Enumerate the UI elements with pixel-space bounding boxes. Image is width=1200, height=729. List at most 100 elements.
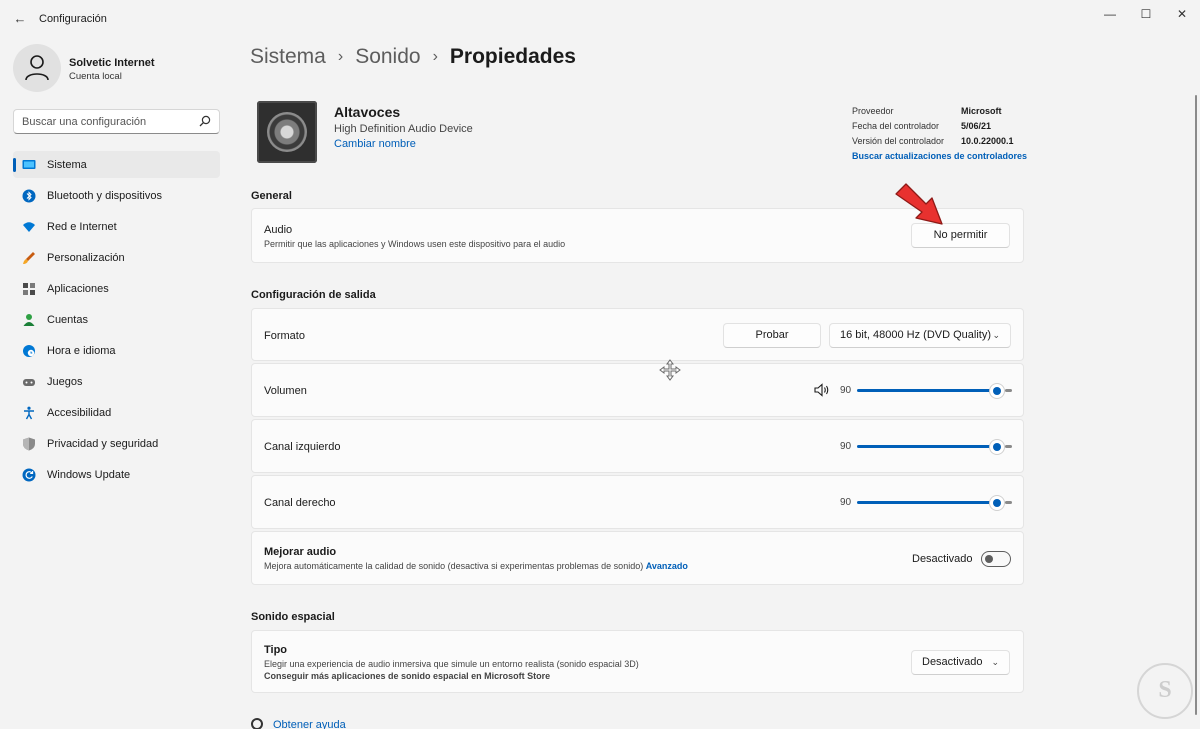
sidebar-item-label: Aplicaciones bbox=[47, 283, 109, 295]
slider-track bbox=[1005, 501, 1012, 504]
slider-thumb[interactable] bbox=[990, 384, 1004, 398]
chevron-down-icon: ⌄ bbox=[991, 657, 999, 667]
sidebar-item-label: Personalización bbox=[47, 252, 125, 264]
speaker-icon bbox=[257, 101, 317, 163]
driver-provider-value: Microsoft bbox=[961, 106, 1002, 116]
profile-name: Solvetic Internet bbox=[69, 57, 155, 69]
audio-description: Permitir que las aplicaciones y Windows … bbox=[264, 239, 566, 249]
test-button[interactable]: Probar bbox=[723, 323, 821, 348]
window-title: Configuración bbox=[39, 13, 107, 25]
sidebar-item-label: Juegos bbox=[47, 376, 83, 388]
page-title: Propiedades bbox=[449, 45, 576, 68]
minimize-icon[interactable]: — bbox=[1092, 4, 1128, 24]
format-card: Formato Probar 16 bit, 48000 Hz (DVD Qua… bbox=[251, 308, 1024, 361]
slider-fill bbox=[857, 389, 997, 392]
volume-slider[interactable] bbox=[857, 384, 1012, 398]
sidebar-item-privacidad[interactable]: Privacidad y seguridad bbox=[13, 430, 220, 457]
format-label: Formato bbox=[264, 330, 305, 342]
sidebar-item-windows-update[interactable]: Windows Update bbox=[13, 461, 220, 488]
brush-icon bbox=[23, 252, 35, 264]
get-help-link[interactable]: Obtener ayuda bbox=[251, 718, 346, 729]
sidebar-item-accesibilidad[interactable]: Accesibilidad bbox=[13, 399, 220, 426]
slider-thumb[interactable] bbox=[990, 440, 1004, 454]
bluetooth-icon bbox=[22, 189, 36, 203]
system-icon bbox=[22, 160, 36, 169]
shield-icon bbox=[23, 437, 35, 451]
sidebar-item-hora[interactable]: Hora e idioma bbox=[13, 337, 220, 364]
audio-label: Audio bbox=[264, 224, 293, 236]
sidebar-item-label: Sistema bbox=[47, 159, 87, 171]
breadcrumb: Sistema › Sonido › Propiedades bbox=[250, 45, 576, 69]
left-channel-value: 90 bbox=[840, 441, 852, 452]
slider-fill bbox=[857, 501, 997, 504]
scrollbar[interactable] bbox=[1195, 95, 1197, 715]
sidebar-item-label: Accesibilidad bbox=[47, 407, 112, 419]
breadcrumb-sonido[interactable]: Sonido bbox=[355, 45, 420, 68]
speaker-volume-icon[interactable] bbox=[814, 383, 830, 397]
sidebar-item-sistema[interactable]: Sistema bbox=[13, 151, 220, 178]
driver-date-value: 5/06/21 bbox=[961, 121, 992, 131]
maximize-icon[interactable]: ☐ bbox=[1128, 4, 1164, 24]
device-name: Altavoces bbox=[334, 104, 401, 120]
sidebar-item-red[interactable]: Red e Internet bbox=[13, 213, 220, 240]
sidebar-item-bluetooth[interactable]: Bluetooth y dispositivos bbox=[13, 182, 220, 209]
enhance-audio-desc-text: Mejora automáticamente la calidad de son… bbox=[264, 561, 644, 571]
enhance-audio-state: Desactivado bbox=[912, 553, 973, 565]
search-placeholder: Buscar una configuración bbox=[22, 116, 147, 128]
sidebar-nav: Sistema Bluetooth y dispositivos Red e I… bbox=[13, 151, 220, 492]
breadcrumb-sistema[interactable]: Sistema bbox=[250, 45, 326, 68]
rename-link[interactable]: Cambiar nombre bbox=[334, 138, 416, 150]
driver-provider-label: Proveedor bbox=[852, 106, 894, 116]
right-channel-card: Canal derecho 90 bbox=[251, 475, 1024, 529]
spatial-type-description: Elegir una experiencia de audio inmersiv… bbox=[264, 659, 639, 669]
slider-track bbox=[1005, 445, 1012, 448]
section-spatial-title: Sonido espacial bbox=[251, 611, 335, 623]
chevron-down-icon: ⌄ bbox=[992, 330, 1000, 340]
search-icon[interactable] bbox=[199, 115, 211, 127]
driver-version-label: Versión del controlador bbox=[852, 136, 945, 146]
wifi-icon bbox=[23, 222, 35, 232]
format-dropdown[interactable]: 16 bit, 48000 Hz (DVD Quality) ⌄ bbox=[829, 323, 1011, 348]
slider-fill bbox=[857, 445, 997, 448]
chevron-right-icon: › bbox=[432, 48, 438, 65]
watermark-logo: S bbox=[1137, 663, 1193, 719]
slider-thumb[interactable] bbox=[990, 496, 1004, 510]
annotation-arrow-icon bbox=[895, 183, 943, 225]
spatial-store-link[interactable]: Conseguir más aplicaciones de sonido esp… bbox=[264, 671, 550, 681]
sidebar-item-cuentas[interactable]: Cuentas bbox=[13, 306, 220, 333]
sidebar-item-juegos[interactable]: Juegos bbox=[13, 368, 220, 395]
volume-card: Volumen 90 bbox=[251, 363, 1024, 417]
advanced-link[interactable]: Avanzado bbox=[646, 561, 688, 571]
enhance-audio-toggle[interactable] bbox=[981, 551, 1011, 567]
spatial-type-dropdown[interactable]: Desactivado ⌄ bbox=[911, 650, 1010, 675]
driver-update-link[interactable]: Buscar actualizaciones de controladores bbox=[852, 151, 1027, 161]
help-icon bbox=[251, 718, 263, 729]
profile-account-type: Cuenta local bbox=[69, 71, 122, 82]
enhance-audio-label: Mejorar audio bbox=[264, 546, 337, 558]
close-icon[interactable]: ✕ bbox=[1164, 4, 1200, 24]
sidebar-item-aplicaciones[interactable]: Aplicaciones bbox=[13, 275, 220, 302]
enhance-audio-card: Mejorar audio Mejora automáticamente la … bbox=[251, 531, 1024, 585]
back-arrow-icon[interactable]: ← bbox=[12, 11, 28, 27]
gamepad-icon bbox=[23, 379, 35, 386]
sidebar-item-label: Red e Internet bbox=[47, 221, 117, 233]
format-dropdown-value: 16 bit, 48000 Hz (DVD Quality) bbox=[840, 329, 992, 341]
driver-date-label: Fecha del controlador bbox=[852, 121, 940, 131]
enhance-audio-description: Mejora automáticamente la calidad de son… bbox=[264, 561, 688, 571]
update-icon bbox=[22, 468, 36, 482]
chevron-right-icon: › bbox=[337, 48, 344, 65]
get-help-label: Obtener ayuda bbox=[273, 719, 346, 729]
right-channel-slider[interactable] bbox=[857, 496, 1012, 510]
person-icon bbox=[23, 314, 35, 326]
avatar[interactable] bbox=[13, 44, 61, 92]
spatial-type-card: Tipo Elegir una experiencia de audio inm… bbox=[251, 630, 1024, 693]
left-channel-slider[interactable] bbox=[857, 440, 1012, 454]
spatial-type-label: Tipo bbox=[264, 644, 288, 656]
sidebar-item-personalizacion[interactable]: Personalización bbox=[13, 244, 220, 271]
move-cursor-icon bbox=[659, 359, 681, 381]
slider-track bbox=[1005, 389, 1012, 392]
search-input[interactable]: Buscar una configuración bbox=[13, 109, 220, 134]
sidebar-item-label: Windows Update bbox=[47, 469, 131, 481]
section-general-title: General bbox=[251, 190, 292, 202]
sidebar-item-label: Bluetooth y dispositivos bbox=[47, 190, 162, 202]
